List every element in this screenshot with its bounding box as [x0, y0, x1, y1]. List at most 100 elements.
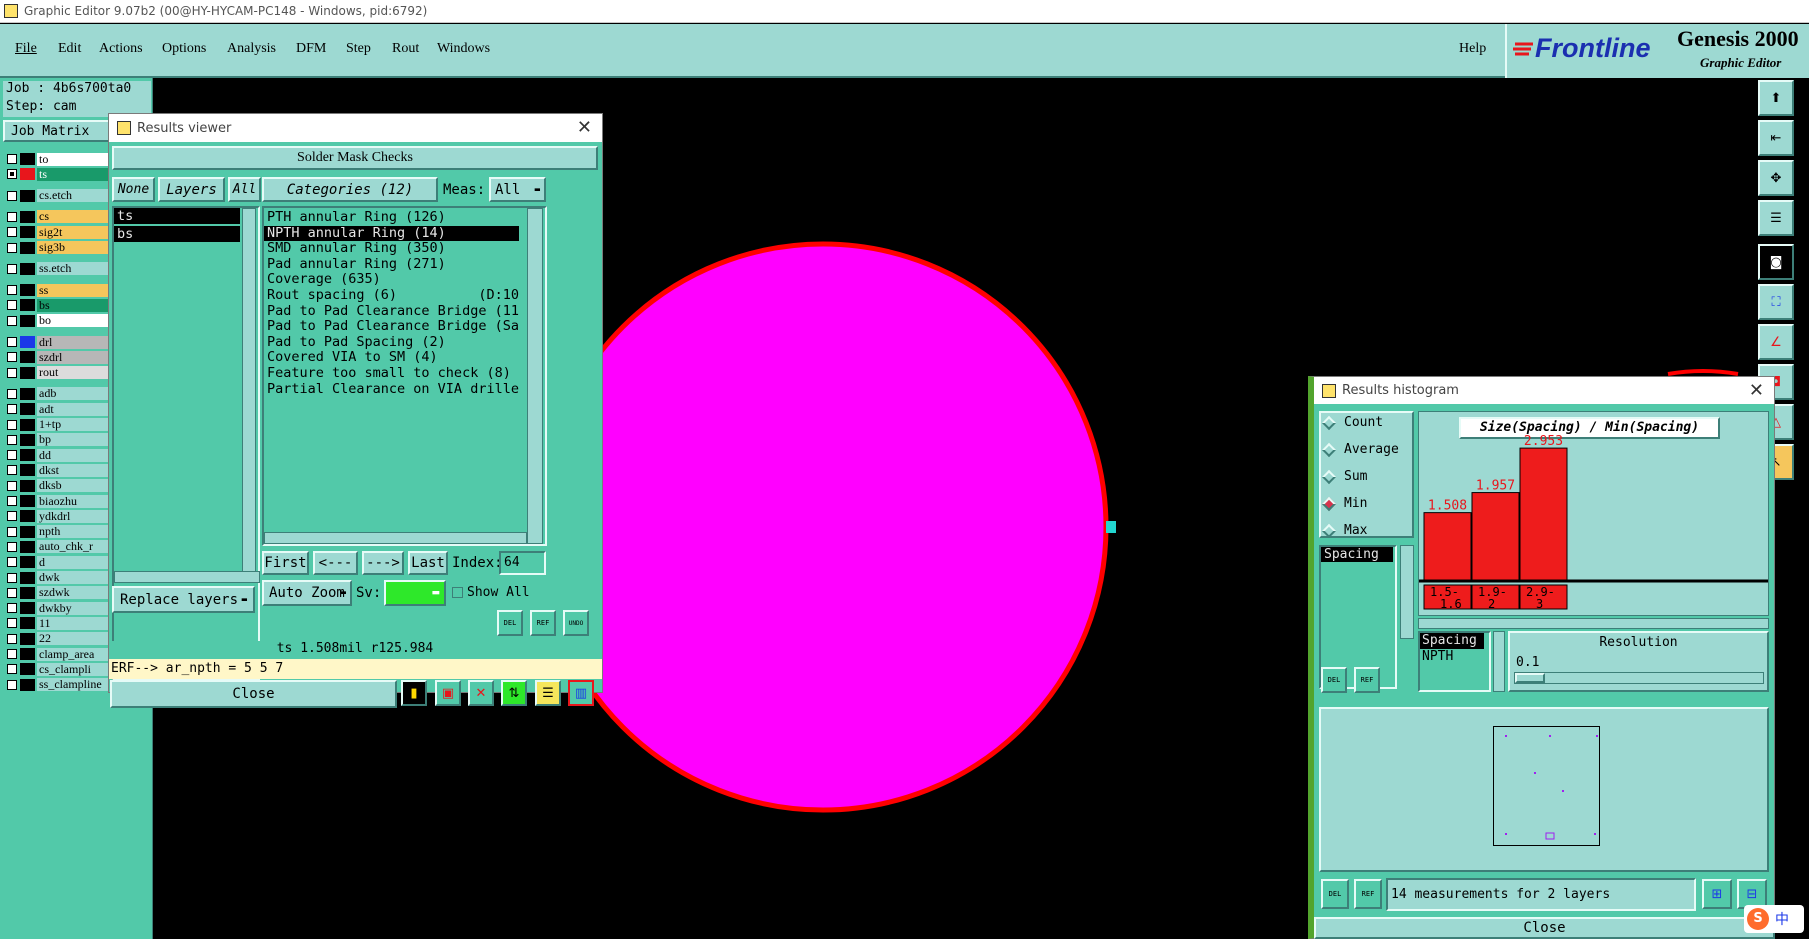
del-button[interactable]: DEL: [497, 610, 523, 636]
category-item[interactable]: Rout spacing (6) (D:10): [264, 288, 519, 304]
layer-name[interactable]: cs_clampli: [37, 662, 110, 676]
mode-radio-average[interactable]: Average: [1321, 442, 1399, 457]
layer-name[interactable]: ss.etch: [37, 262, 110, 276]
layer-row-dwk[interactable]: dwk: [7, 571, 110, 585]
layer-checkbox[interactable]: [7, 404, 17, 415]
layer-name[interactable]: bo: [37, 314, 110, 328]
layer-row-szdrl[interactable]: szdrl: [7, 350, 110, 364]
menu-analysis[interactable]: Analysis: [227, 41, 276, 57]
mode-radio-count[interactable]: Count: [1321, 415, 1383, 430]
list-item[interactable]: bs: [114, 226, 240, 242]
layer-row-bs[interactable]: bs: [7, 298, 110, 312]
menu-help[interactable]: Help: [1459, 41, 1486, 57]
category-item[interactable]: SMD annular Ring (350): [264, 241, 519, 257]
undo-button[interactable]: UNDO: [563, 610, 589, 636]
layer-color-swatch[interactable]: [20, 571, 35, 584]
layer-row-dd[interactable]: dd: [7, 448, 110, 462]
layer-view-button[interactable]: ☰: [1758, 200, 1794, 236]
layer-color-swatch[interactable]: [20, 678, 35, 691]
layer-name[interactable]: ydkdrl: [37, 509, 110, 523]
layer-name[interactable]: dwk: [37, 571, 110, 584]
histogram-bar[interactable]: [1519, 447, 1568, 581]
category-item[interactable]: Pad to Pad Clearance Bridge (Same: [264, 319, 519, 335]
layer-checkbox[interactable]: [7, 557, 17, 568]
layer-checkbox[interactable]: [7, 465, 17, 476]
layer-name[interactable]: dksb: [37, 479, 110, 493]
layer-checkbox[interactable]: [7, 450, 17, 461]
layer-name[interactable]: dwkby: [37, 601, 110, 615]
list-item[interactable]: Spacing: [1321, 547, 1393, 562]
layer-checkbox[interactable]: [7, 388, 17, 399]
layer-name[interactable]: adt: [37, 402, 110, 416]
layer-row-ss-clampline[interactable]: ss_clampline: [7, 678, 110, 692]
layer-checkbox[interactable]: [7, 434, 17, 445]
layer-checkbox[interactable]: [7, 679, 17, 690]
layer-row-bo[interactable]: bo: [7, 314, 110, 328]
layer-color-swatch[interactable]: [20, 351, 35, 364]
mode-radio-max[interactable]: Max: [1321, 523, 1367, 538]
layer-row-1-tp[interactable]: 1+tp: [7, 418, 110, 432]
layer-color-swatch[interactable]: [20, 449, 35, 462]
layer-row-drl[interactable]: drl: [7, 335, 110, 349]
layer-row-ss[interactable]: ss: [7, 283, 110, 297]
layer-checkbox[interactable]: [7, 337, 17, 347]
all-button[interactable]: All: [228, 177, 261, 202]
layer-row-dkst[interactable]: dkst: [7, 463, 110, 477]
layer-color-swatch[interactable]: [20, 525, 35, 538]
menu-edit[interactable]: Edit: [58, 41, 81, 57]
layer-color-swatch[interactable]: [20, 403, 35, 416]
ime-indicator[interactable]: S 中: [1744, 905, 1804, 933]
meas-dropdown[interactable]: All ▬: [489, 177, 546, 202]
zoom-back-button[interactable]: ⇤: [1758, 120, 1794, 156]
layer-name[interactable]: dd: [37, 448, 110, 462]
snap-button[interactable]: ◙: [1758, 244, 1794, 280]
layer-checkbox[interactable]: [7, 419, 17, 430]
layer-name[interactable]: bs: [37, 298, 110, 312]
layer-checkbox[interactable]: [7, 572, 17, 583]
layer-name[interactable]: auto_chk_r: [37, 540, 110, 554]
layer-color-swatch[interactable]: [20, 464, 35, 477]
layer-color-swatch[interactable]: [20, 366, 35, 379]
auto-zoom-dropdown[interactable]: Auto Zoom ▬: [262, 580, 352, 606]
layer-checkbox[interactable]: [7, 211, 17, 222]
layer-checkbox[interactable]: [7, 649, 17, 659]
menu-step[interactable]: Step: [346, 41, 371, 57]
category-scrollbar[interactable]: [527, 208, 543, 544]
layer-row-npth[interactable]: npth: [7, 525, 110, 539]
layer-color-swatch[interactable]: [20, 586, 35, 599]
index-field[interactable]: 64: [499, 551, 546, 575]
layer-name[interactable]: 1+tp: [37, 418, 110, 431]
layer-color-swatch[interactable]: [20, 241, 35, 254]
close-icon[interactable]: ✕: [1749, 380, 1764, 401]
layer-color-swatch[interactable]: [20, 602, 35, 615]
layer-row-ss-etch[interactable]: ss.etch: [7, 262, 110, 276]
layer-color-swatch[interactable]: [20, 556, 35, 569]
layer-checkbox[interactable]: [7, 169, 17, 180]
layer-checkbox[interactable]: [7, 603, 17, 614]
layer-row-sig2t[interactable]: sig2t: [7, 225, 110, 239]
layer-checkbox[interactable]: [7, 315, 17, 326]
layer-color-swatch[interactable]: [20, 495, 35, 507]
menu-actions[interactable]: Actions: [99, 41, 143, 57]
layer-name[interactable]: ts: [37, 167, 110, 181]
layer-name[interactable]: ss: [37, 283, 110, 297]
layer-name[interactable]: bp: [37, 433, 110, 447]
last-button[interactable]: Last: [408, 551, 448, 575]
layer-row-11[interactable]: 11: [7, 616, 110, 630]
category-item[interactable]: Pad to Pad Clearance Bridge (110): [264, 304, 519, 320]
layer-name[interactable]: sig2t: [37, 225, 110, 239]
replace-layers-dropdown[interactable]: Replace layers ▬: [112, 586, 255, 613]
layer-name[interactable]: szdrl: [37, 350, 110, 364]
layer-row-cs-etch[interactable]: cs.etch: [7, 189, 110, 203]
layer-row-biaozhu[interactable]: biaozhu: [7, 494, 110, 508]
show-all-checkbox[interactable]: [452, 587, 463, 598]
hist-close-button[interactable]: Close: [1314, 917, 1775, 939]
layer-color-swatch[interactable]: [20, 510, 35, 523]
info-scrollbar[interactable]: [1493, 631, 1505, 692]
layer-row-adt[interactable]: adt: [7, 402, 110, 416]
layer-row-ts[interactable]: ts: [7, 167, 110, 181]
layer-checkbox[interactable]: [7, 285, 17, 296]
resolution-slider[interactable]: [1514, 672, 1764, 684]
category-item[interactable]: Pad annular Ring (271): [264, 257, 519, 273]
layer-checkbox[interactable]: [7, 352, 17, 363]
